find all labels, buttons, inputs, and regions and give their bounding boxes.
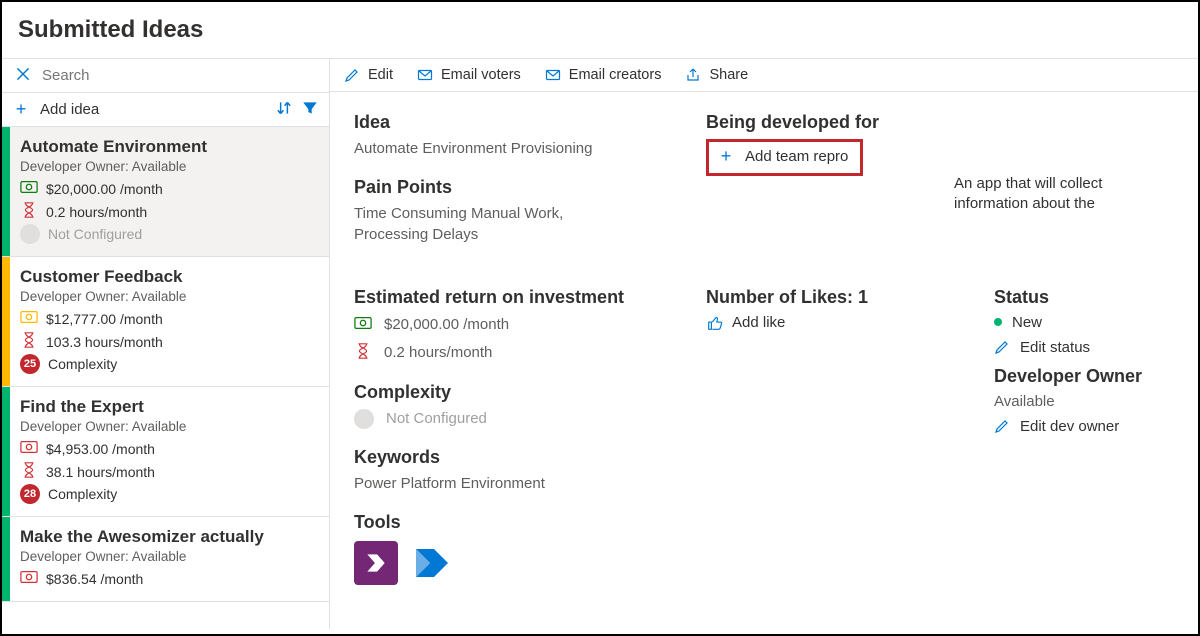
pencil-icon (344, 67, 360, 83)
card-title: Automate Environment (20, 137, 317, 157)
dev-owner-value: Available (994, 393, 1174, 410)
card-money: $836.54 /month (20, 568, 317, 589)
card-money: $4,953.00 /month (20, 438, 317, 459)
pencil-icon (994, 418, 1010, 434)
card-title: Make the Awesomizer actually (20, 527, 317, 547)
pain-heading: Pain Points (354, 177, 706, 198)
idea-heading: Idea (354, 112, 706, 133)
idea-name: Automate Environment Provisioning (354, 139, 706, 159)
email-creators-button[interactable]: Email creators (545, 67, 662, 83)
pain-text: Time Consuming Manual Work, Processing D… (354, 204, 604, 245)
card-complexity: 28Complexity (20, 484, 317, 504)
idea-card[interactable]: Customer Feedback Developer Owner: Avail… (2, 257, 329, 387)
roi-money: $20,000.00 /month (384, 316, 509, 333)
idea-list: Automate Environment Developer Owner: Av… (2, 127, 329, 629)
add-team-label: Add team repro (745, 148, 848, 165)
email-creators-label: Email creators (569, 67, 662, 83)
share-icon (685, 67, 701, 83)
idea-card[interactable]: Find the Expert Developer Owner: Availab… (2, 387, 329, 517)
status-stripe (2, 387, 10, 516)
complexity-badge: 28 (20, 484, 40, 504)
status-stripe (2, 127, 10, 256)
tool-tile-purple[interactable] (354, 541, 398, 585)
edit-label: Edit (368, 67, 393, 83)
share-label: Share (709, 67, 748, 83)
card-title: Find the Expert (20, 397, 317, 417)
card-hours: 38.1 hours/month (20, 461, 317, 482)
status-value: New (1012, 314, 1042, 331)
card-owner: Developer Owner: Available (20, 289, 317, 304)
card-owner: Developer Owner: Available (20, 549, 317, 564)
edit-dev-owner-label: Edit dev owner (1020, 418, 1119, 435)
complexity-heading: Complexity (354, 382, 706, 403)
being-developed-heading: Being developed for (706, 112, 986, 133)
status-value-row: New (994, 314, 1174, 331)
card-hours: 103.3 hours/month (20, 331, 317, 352)
edit-status-button[interactable]: Edit status (994, 339, 1174, 356)
plus-icon[interactable]: + (12, 99, 30, 120)
detail-pane: Edit Email voters Email creators Share (330, 59, 1198, 629)
card-money: $12,777.00 /month (20, 308, 317, 329)
keywords-value: Power Platform Environment (354, 474, 706, 494)
description-snippet: An app that will collect information abo… (954, 174, 1174, 215)
keywords-heading: Keywords (354, 447, 706, 468)
share-button[interactable]: Share (685, 67, 748, 83)
edit-status-label: Edit status (1020, 339, 1090, 356)
card-complexity: 25Complexity (20, 354, 317, 374)
hourglass-icon (354, 342, 372, 364)
add-like-label: Add like (732, 314, 785, 331)
complexity-badge: 25 (20, 354, 40, 374)
edit-button[interactable]: Edit (344, 67, 393, 83)
sidebar: + Add idea Automate Environment Develope… (2, 59, 330, 629)
dev-owner-heading: Developer Owner (994, 366, 1174, 387)
money-icon (20, 308, 38, 329)
hourglass-icon (20, 331, 38, 352)
add-like-button[interactable]: Add like (706, 314, 986, 331)
mail-icon (417, 67, 433, 83)
filter-icon[interactable] (301, 99, 319, 120)
money-icon (354, 314, 372, 336)
mail-icon (545, 67, 561, 83)
hourglass-icon (20, 461, 38, 482)
add-team-button[interactable]: + Add team repro (713, 142, 856, 171)
detail-toolbar: Edit Email voters Email creators Share (330, 59, 1198, 92)
status-heading: Status (994, 287, 1174, 308)
add-idea-button[interactable]: Add idea (40, 101, 99, 118)
card-hours: 0.2 hours/month (20, 201, 317, 222)
idea-card[interactable]: Make the Awesomizer actually Developer O… (2, 517, 329, 602)
tools-heading: Tools (354, 512, 706, 533)
money-icon (20, 178, 38, 199)
card-money: $20,000.00 /month (20, 178, 317, 199)
complexity-badge-empty (354, 409, 374, 429)
search-row[interactable] (2, 59, 329, 93)
status-dot-icon (994, 318, 1002, 326)
card-title: Customer Feedback (20, 267, 317, 287)
money-icon (20, 568, 38, 589)
roi-hours: 0.2 hours/month (384, 344, 492, 361)
idea-card[interactable]: Automate Environment Developer Owner: Av… (2, 127, 329, 257)
page-title: Submitted Ideas (2, 2, 1198, 59)
add-team-highlight: + Add team repro (706, 139, 863, 176)
card-complexity: Not Configured (20, 224, 317, 244)
search-input[interactable] (42, 67, 317, 84)
card-owner: Developer Owner: Available (20, 419, 317, 434)
card-owner: Developer Owner: Available (20, 159, 317, 174)
money-icon (20, 438, 38, 459)
complexity-badge-empty (20, 224, 40, 244)
roi-heading: Estimated return on investment (354, 287, 706, 308)
edit-dev-owner-button[interactable]: Edit dev owner (994, 418, 1174, 435)
complexity-value: Not Configured (386, 410, 487, 427)
email-voters-label: Email voters (441, 67, 521, 83)
likes-heading: Number of Likes: 1 (706, 287, 986, 308)
status-stripe (2, 517, 10, 601)
plus-icon: + (717, 146, 735, 167)
clear-icon[interactable] (14, 65, 32, 86)
sort-icon[interactable] (275, 99, 293, 120)
status-stripe (2, 257, 10, 386)
thumb-icon (706, 314, 722, 330)
pencil-icon (994, 339, 1010, 355)
tool-tile-blue[interactable] (410, 541, 454, 588)
hourglass-icon (20, 201, 38, 222)
email-voters-button[interactable]: Email voters (417, 67, 521, 83)
